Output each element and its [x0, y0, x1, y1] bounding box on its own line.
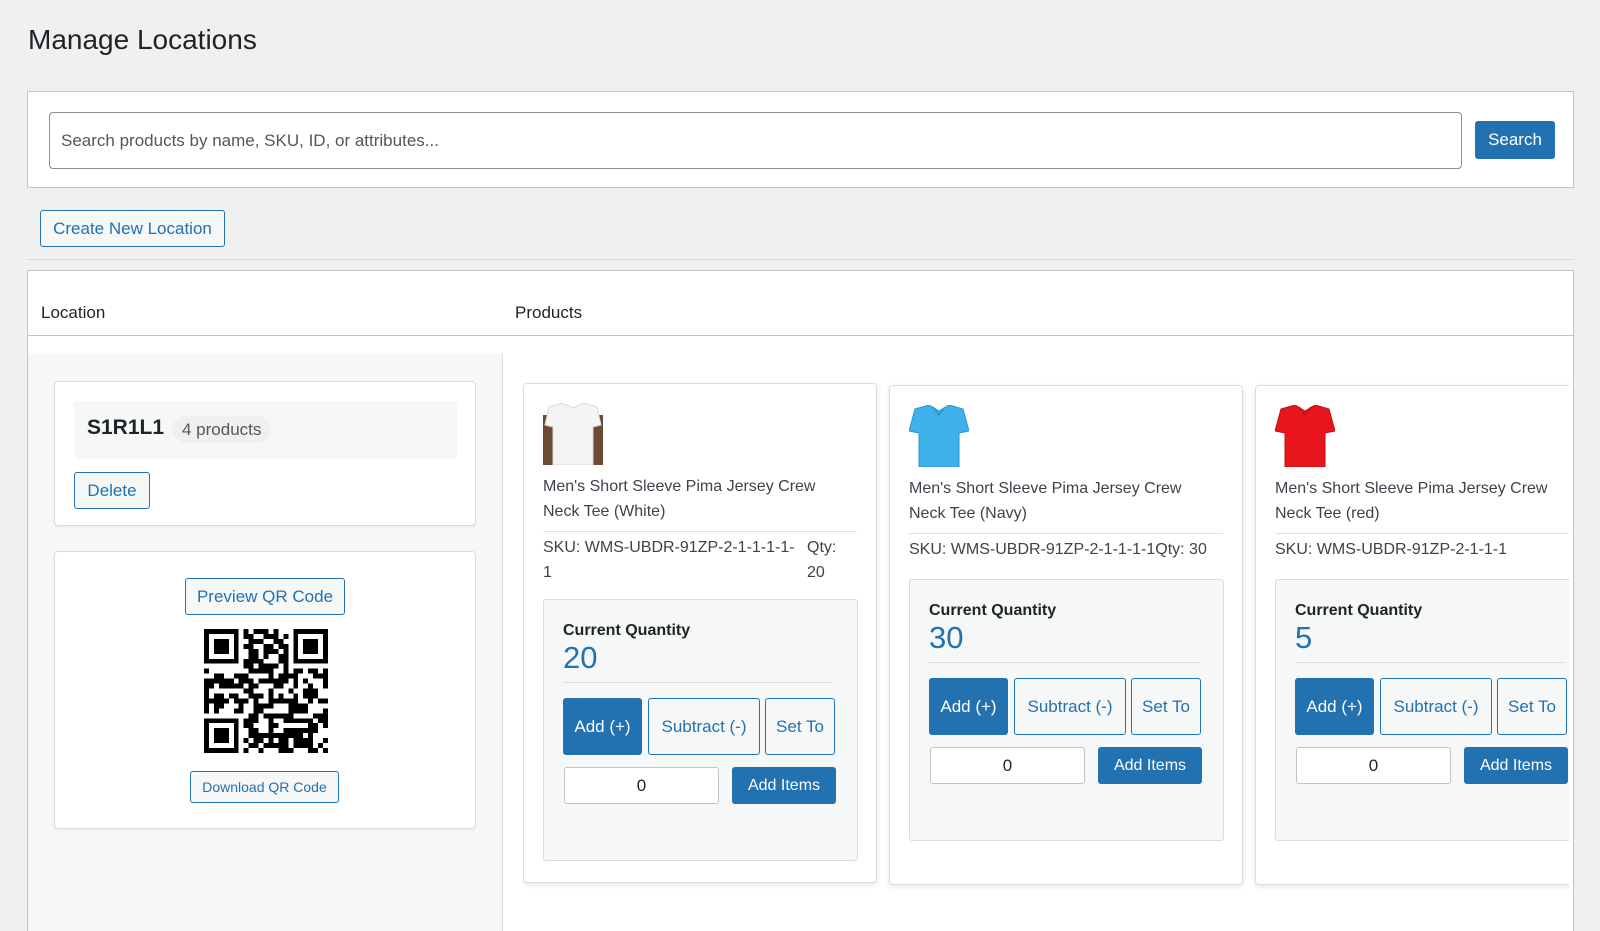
- delete-location-button[interactable]: Delete: [74, 472, 150, 509]
- mode-add-button[interactable]: Add (+): [1295, 678, 1374, 735]
- current-quantity-label: Current Quantity: [929, 602, 1057, 619]
- search-panel: Search: [27, 91, 1574, 188]
- product-card: Men's Short Sleeve Pima Jersey Crew Neck…: [523, 383, 877, 883]
- product-sku-row: SKU: WMS-UBDR-91ZP-2-1-1-1: [1275, 533, 1569, 562]
- quantity-panel: Current Quantity 30 Add (+) Subtract (-)…: [909, 579, 1224, 841]
- mode-subtract-button[interactable]: Subtract (-): [1380, 678, 1492, 735]
- product-name: Men's Short Sleeve Pima Jersey Crew Neck…: [543, 478, 816, 520]
- current-quantity-value: 30: [929, 620, 964, 655]
- current-quantity-value: 20: [563, 640, 598, 675]
- add-items-button[interactable]: Add Items: [1098, 747, 1202, 784]
- search-input[interactable]: [49, 112, 1462, 169]
- product-shirt-icon: [543, 403, 603, 465]
- product-card: Men's Short Sleeve Pima Jersey Crew Neck…: [1255, 385, 1569, 885]
- quantity-panel: Current Quantity 20 Add (+) Subtract (-)…: [543, 599, 858, 861]
- quantity-input[interactable]: [1296, 747, 1451, 784]
- current-quantity-label: Current Quantity: [563, 622, 691, 639]
- mode-subtract-button[interactable]: Subtract (-): [1014, 678, 1126, 735]
- mode-set-button[interactable]: Set To: [1497, 678, 1567, 735]
- column-header-location: Location: [41, 303, 106, 322]
- divider: [1295, 662, 1565, 663]
- preview-qr-button[interactable]: Preview QR Code: [185, 578, 345, 615]
- location-name: S1R1L1: [87, 416, 165, 439]
- quantity-input[interactable]: [564, 767, 719, 804]
- product-name: Men's Short Sleeve Pima Jersey Crew Neck…: [909, 480, 1182, 522]
- product-sku-row: SKU: WMS-UBDR-91ZP-2-1-1-1-1-1 Qty: 20: [543, 531, 857, 585]
- add-items-button[interactable]: Add Items: [1464, 747, 1568, 784]
- divider: [929, 662, 1199, 663]
- mode-add-button[interactable]: Add (+): [563, 698, 642, 755]
- product-card: Men's Short Sleeve Pima Jersey Crew Neck…: [889, 385, 1243, 885]
- location-cell: S1R1L1 4 products Delete Preview QR Code…: [28, 354, 503, 931]
- product-shirt-icon: [909, 405, 969, 467]
- product-sku: SKU: WMS-UBDR-91ZP-2-1-1-1-1: [909, 541, 1156, 558]
- current-quantity-label: Current Quantity: [1295, 602, 1423, 619]
- product-count-badge: 4 products: [172, 416, 272, 443]
- quantity-input[interactable]: [930, 747, 1085, 784]
- mode-subtract-button[interactable]: Subtract (-): [648, 698, 760, 755]
- qr-card: Preview QR Code Download QR Code: [54, 551, 476, 829]
- mode-set-button[interactable]: Set To: [765, 698, 835, 755]
- location-header: S1R1L1 4 products: [74, 401, 457, 459]
- mode-add-button[interactable]: Add (+): [929, 678, 1008, 735]
- table-header: Location Products: [28, 271, 1573, 336]
- page-title: Manage Locations: [28, 24, 257, 55]
- product-qty: Qty: 20: [807, 539, 837, 581]
- products-area: Men's Short Sleeve Pima Jersey Crew Neck…: [523, 354, 1569, 931]
- column-header-products: Products: [515, 303, 583, 322]
- product-sku: SKU: WMS-UBDR-91ZP-2-1-1-1: [1275, 541, 1508, 558]
- quantity-panel: Current Quantity 5 Add (+) Subtract (-) …: [1275, 579, 1569, 841]
- product-sku-row: SKU: WMS-UBDR-91ZP-2-1-1-1-1Qty: 30: [909, 533, 1223, 562]
- mode-set-button[interactable]: Set To: [1131, 678, 1201, 735]
- divider: [563, 682, 833, 683]
- product-shirt-icon: [1275, 405, 1335, 467]
- download-qr-button[interactable]: Download QR Code: [190, 771, 339, 803]
- qr-code-icon: [204, 629, 328, 753]
- current-quantity-value: 5: [1295, 620, 1313, 655]
- product-sku: SKU: WMS-UBDR-91ZP-2-1-1-1-1-1: [543, 539, 795, 581]
- add-items-button[interactable]: Add Items: [732, 767, 836, 804]
- product-name: Men's Short Sleeve Pima Jersey Crew Neck…: [1275, 480, 1548, 522]
- product-qty: Qty: 30: [1155, 541, 1207, 558]
- create-location-button[interactable]: Create New Location: [40, 210, 225, 247]
- divider: [27, 259, 1574, 260]
- location-card: S1R1L1 4 products Delete: [54, 381, 476, 526]
- search-button[interactable]: Search: [1475, 121, 1555, 159]
- locations-table: Location Products S1R1L1 4 products Dele…: [27, 270, 1574, 931]
